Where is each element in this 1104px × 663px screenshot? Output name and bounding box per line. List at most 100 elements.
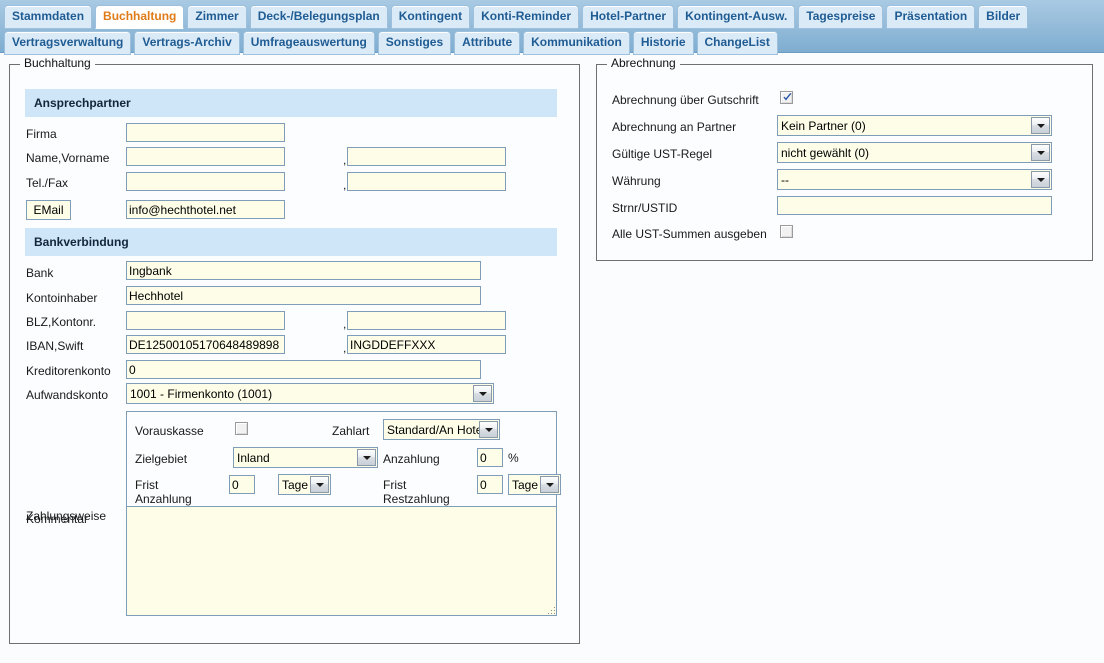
zahlart-select-value: Standard/An Hotel [384, 420, 479, 439]
chevron-down-icon[interactable] [1031, 171, 1050, 188]
abrechnung-panel: Abrechnung Abrechnung über Gutschrift Ab… [596, 64, 1093, 261]
gutschrift-checkbox[interactable] [780, 91, 793, 104]
ust-regel-select[interactable]: nicht gewählt (0) [777, 142, 1052, 163]
kommentar-textarea[interactable] [126, 506, 557, 616]
name-separator: , [343, 153, 346, 167]
tab-attribute[interactable]: Attribute [454, 31, 520, 55]
tab-vertrags-archiv[interactable]: Vertrags-Archiv [134, 31, 239, 55]
waehrung-select[interactable]: -- [777, 169, 1052, 190]
vorauskasse-label: Vorauskasse [135, 424, 204, 438]
aufwandskonto-select-value: 1001 - Firmenkonto (1001) [127, 384, 473, 403]
zielgebiet-select[interactable]: Inland [233, 447, 378, 468]
zahlart-label: Zahlart [332, 424, 369, 438]
tab-pr-sentation[interactable]: Präsentation [886, 5, 975, 29]
ust-regel-select-value: nicht gewählt (0) [778, 143, 1031, 162]
abrechnung-legend: Abrechnung [607, 57, 680, 70]
blz-input[interactable] [126, 311, 285, 330]
waehrung-label: Währung [612, 174, 661, 188]
tab-bar: StammdatenBuchhaltungZimmerDeck-/Belegun… [0, 0, 1104, 53]
firma-input[interactable] [126, 123, 285, 142]
tab-hotel-partner[interactable]: Hotel-Partner [582, 5, 674, 29]
zielgebiet-select-value: Inland [234, 448, 357, 467]
kontonr-input[interactable] [347, 311, 506, 330]
ust-summen-label: Alle UST-Summen ausgeben [612, 227, 767, 241]
tab-changelist[interactable]: ChangeList [697, 31, 778, 55]
tab-konti-reminder[interactable]: Konti-Reminder [473, 5, 579, 29]
anzahlung-label: Anzahlung [383, 452, 440, 466]
frist-anzahlung-input[interactable] [229, 475, 255, 494]
tel-separator: , [343, 178, 346, 192]
tab-zimmer[interactable]: Zimmer [187, 5, 246, 29]
frist-anzahlung-label-line1: Frist [135, 478, 158, 492]
firma-label: Firma [26, 127, 57, 141]
strnr-ustid-input[interactable] [777, 196, 1052, 215]
tab-historie[interactable]: Historie [633, 31, 694, 55]
frist-anzahlung-label-line2: Anzahlung [135, 492, 192, 506]
swift-input[interactable] [347, 335, 506, 354]
email-button[interactable]: EMail [26, 200, 71, 220]
frist-restzahlung-label-line1: Frist [383, 478, 406, 492]
name-input[interactable] [126, 147, 285, 166]
tab-stammdaten[interactable]: Stammdaten [4, 5, 92, 29]
aufwandskonto-label: Aufwandskonto [26, 388, 108, 402]
tab-row-primary: StammdatenBuchhaltungZimmerDeck-/Belegun… [4, 5, 1028, 29]
tab-kontingent[interactable]: Kontingent [391, 5, 470, 29]
ust-regel-label: Gültige UST-Regel [612, 147, 712, 161]
aufwandskonto-select[interactable]: 1001 - Firmenkonto (1001) [126, 383, 494, 404]
buchhaltung-legend: Buchhaltung [20, 57, 95, 70]
vorauskasse-checkbox[interactable] [235, 422, 248, 435]
chevron-down-icon[interactable] [1031, 144, 1050, 161]
check-icon [782, 92, 793, 103]
tab-bilder[interactable]: Bilder [978, 5, 1028, 29]
tab-tagespreise[interactable]: Tagespreise [798, 5, 883, 29]
kontoinhaber-label: Kontoinhaber [26, 291, 97, 305]
chevron-down-icon[interactable] [310, 476, 329, 493]
email-input[interactable] [126, 200, 285, 219]
chevron-down-icon[interactable] [479, 421, 498, 438]
tab-row-secondary: VertragsverwaltungVertrags-ArchivUmfrage… [4, 31, 778, 55]
buchhaltung-panel: Buchhaltung Ansprechpartner Firma Name,V… [9, 64, 580, 644]
tab-buchhaltung[interactable]: Buchhaltung [95, 5, 184, 29]
fax-input[interactable] [347, 172, 506, 191]
zielgebiet-label: Zielgebiet [135, 452, 187, 466]
tab-vertragsverwaltung[interactable]: Vertragsverwaltung [4, 31, 131, 55]
frist-restzahlung-unit-value: Tage [509, 475, 540, 494]
gutschrift-label: Abrechnung über Gutschrift [612, 93, 759, 107]
anzahlung-unit: % [508, 451, 519, 465]
strnr-ustid-label: Strnr/USTID [612, 201, 677, 215]
kontoinhaber-input[interactable] [126, 286, 481, 305]
frist-restzahlung-unit-select[interactable]: Tage [508, 474, 561, 495]
tel-input[interactable] [126, 172, 285, 191]
chevron-down-icon[interactable] [540, 476, 559, 493]
tab-kontingent-ausw[interactable]: Kontingent-Ausw. [677, 5, 795, 29]
tab-sonstiges[interactable]: Sonstiges [378, 31, 451, 55]
blz-kontonr-label: BLZ,Kontonr. [26, 315, 96, 329]
iban-input[interactable] [126, 335, 285, 354]
frist-restzahlung-input[interactable] [477, 475, 503, 494]
frist-anzahlung-unit-value: Tage [279, 475, 310, 494]
anzahlung-input[interactable] [477, 448, 503, 467]
vorname-input[interactable] [347, 147, 506, 166]
partner-select-value: Kein Partner (0) [778, 116, 1031, 135]
iban-swift-label: IBAN,Swift [26, 339, 83, 353]
tab-deck-belegungsplan[interactable]: Deck-/Belegungsplan [250, 5, 388, 29]
bank-input[interactable] [126, 261, 481, 280]
waehrung-select-value: -- [778, 170, 1031, 189]
partner-select[interactable]: Kein Partner (0) [777, 115, 1052, 136]
kreditorenkonto-input[interactable] [126, 360, 481, 379]
tab-kommunikation[interactable]: Kommunikation [523, 31, 630, 55]
ust-summen-checkbox[interactable] [780, 225, 793, 238]
bankverbindung-section-header: Bankverbindung [25, 228, 557, 256]
name-vorname-label: Name,Vorname [26, 151, 109, 165]
iban-separator: , [343, 341, 346, 355]
chevron-down-icon[interactable] [1031, 117, 1050, 134]
kreditorenkonto-label: Kreditorenkonto [26, 364, 111, 378]
frist-restzahlung-label-line2: Restzahlung [383, 492, 450, 506]
ansprechpartner-section-header: Ansprechpartner [25, 89, 557, 117]
chevron-down-icon[interactable] [473, 385, 492, 402]
kommentar-label: Kommentar [26, 512, 88, 526]
frist-anzahlung-unit-select[interactable]: Tage [278, 474, 331, 495]
tab-umfrageauswertung[interactable]: Umfrageauswertung [243, 31, 375, 55]
chevron-down-icon[interactable] [357, 449, 376, 466]
zahlart-select[interactable]: Standard/An Hotel [383, 419, 500, 440]
